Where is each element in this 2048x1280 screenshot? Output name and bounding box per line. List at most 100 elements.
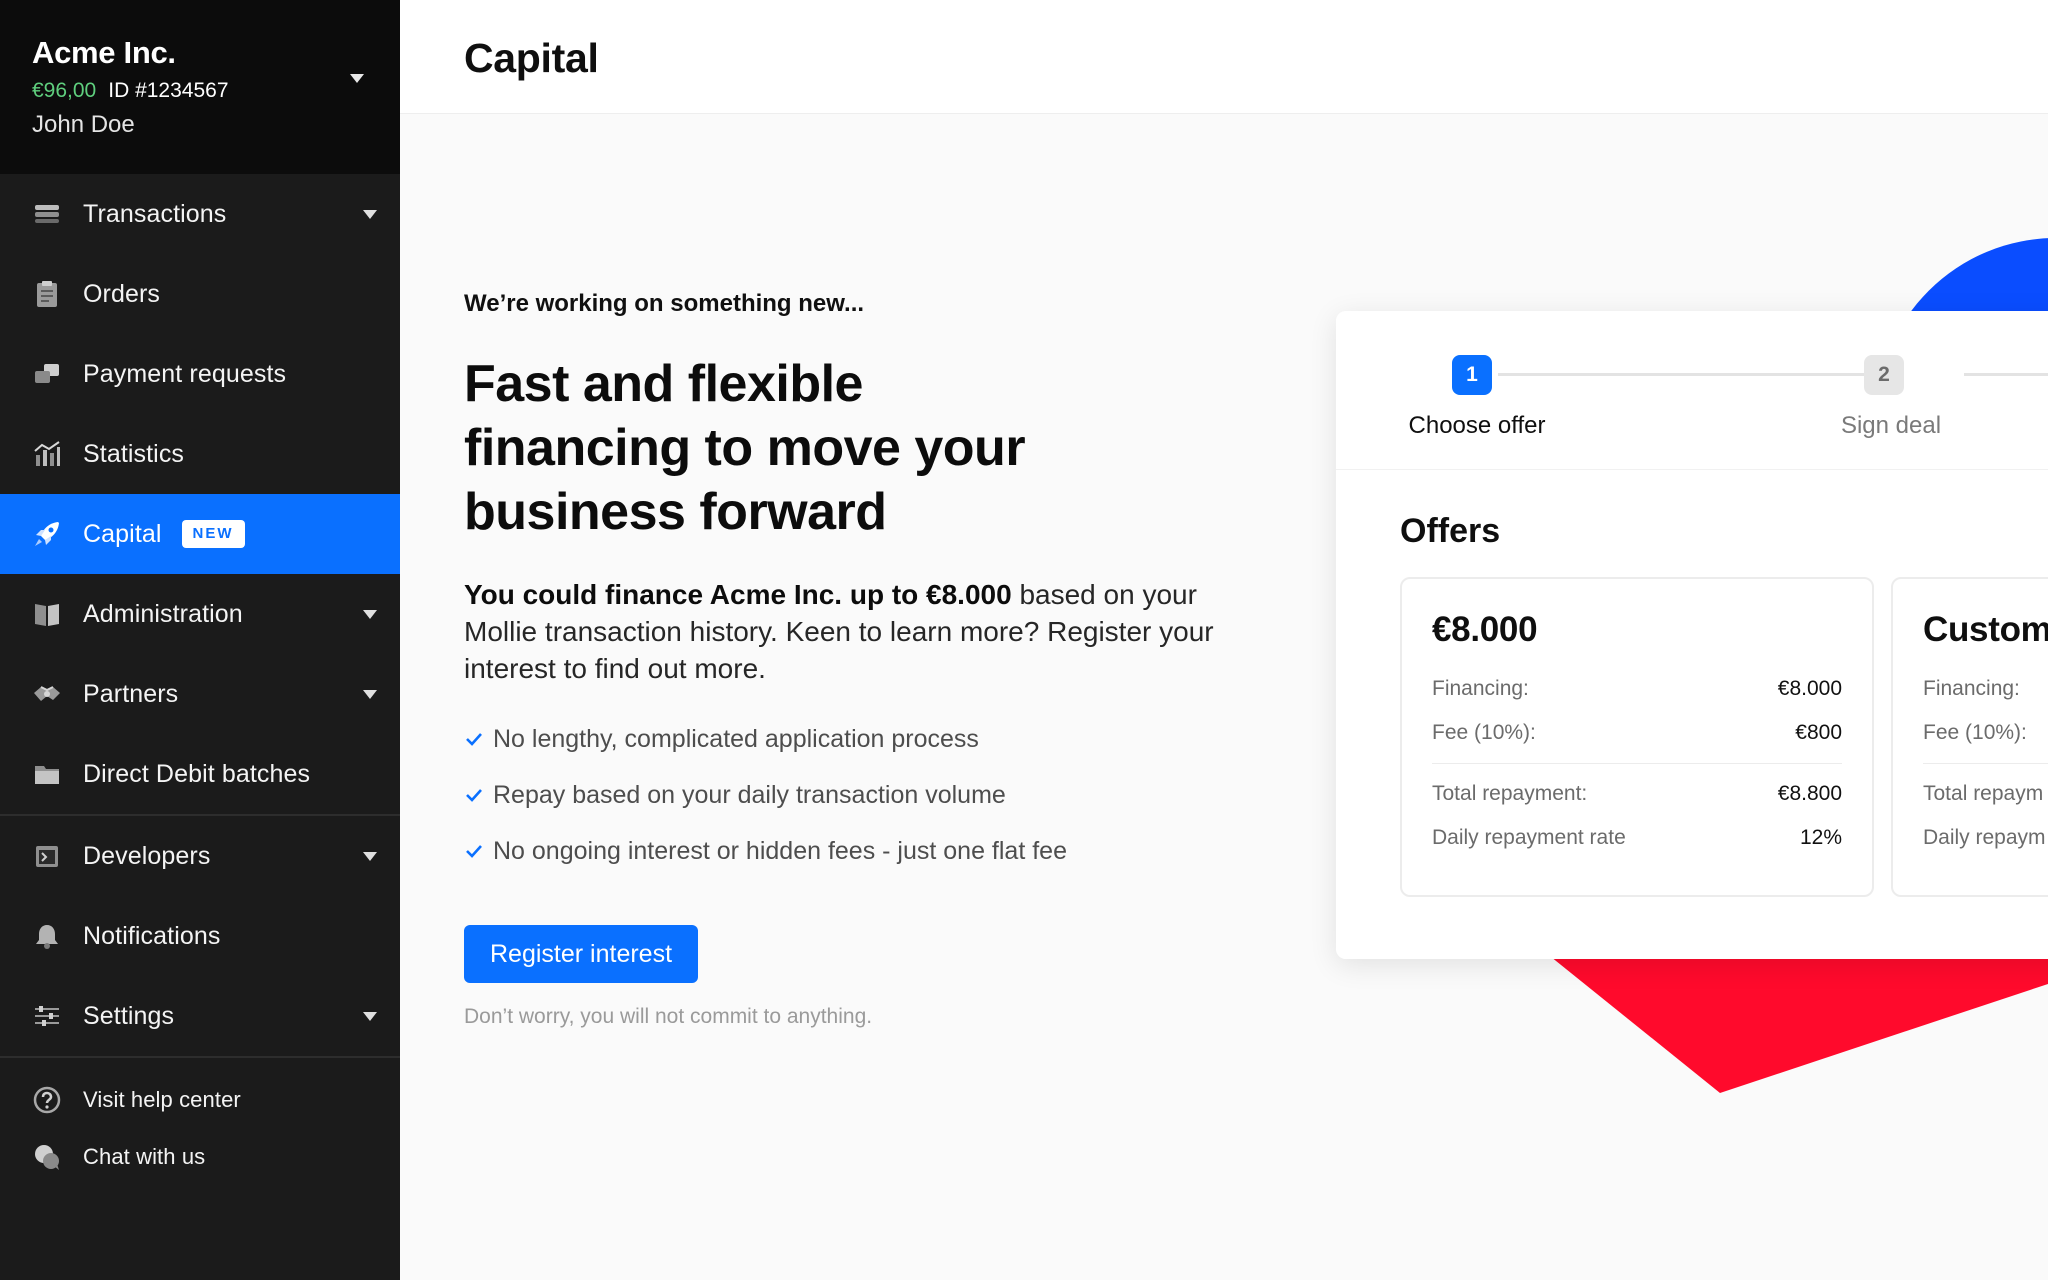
account-meta: €96,00 ID #1234567 (32, 76, 368, 106)
payment-request-icon (32, 359, 62, 389)
help-icon (32, 1085, 62, 1115)
rocket-icon (32, 519, 62, 549)
check-icon (466, 789, 482, 802)
row-label: Financing: (1923, 677, 2020, 700)
sidebar-item-partners[interactable]: Partners (0, 654, 400, 734)
sidebar-item-label: Capital (83, 520, 162, 548)
account-switcher[interactable]: Acme Inc. €96,00 ID #1234567 John Doe (0, 0, 400, 174)
row-label: Fee (10%): (1432, 721, 1536, 744)
sidebar-item-notifications[interactable]: Notifications (0, 896, 400, 976)
sidebar-item-statistics[interactable]: Statistics (0, 414, 400, 494)
offer-row-total: Total repaym (1923, 772, 2048, 816)
offer-amount: Custom (1923, 610, 2048, 649)
offer-breakdown: Financing: €8.000 Fee (10%): €800 Total re… (1432, 667, 1842, 860)
promo-headline: Fast and flexible financing to move your… (464, 355, 1026, 541)
sliders-icon (32, 1001, 62, 1031)
clipboard-icon (32, 279, 62, 309)
offer-row-financing: Financing: €8.000 (1432, 667, 1842, 711)
offer-card[interactable]: Custom Financing: Fee (10%): Total repay… (1891, 577, 2048, 897)
offer-card[interactable]: €8.000 Financing: €8.000 Fee (10%): €800 T… (1400, 577, 1874, 897)
row-value: €800 (1795, 721, 1842, 744)
sidebar-item-label: Notifications (83, 922, 221, 950)
step-1-label: Choose offer (1408, 412, 1546, 439)
sidebar-item-label: Administration (83, 600, 243, 628)
sidebar-item-help-center[interactable]: Visit help center (0, 1071, 400, 1128)
sidebar-item-label: Payment requests (83, 360, 287, 388)
bell-icon (32, 921, 62, 951)
sidebar-item-direct-debit-batches[interactable]: Direct Debit batches (0, 734, 400, 814)
row-label: Total repaym (1923, 782, 2044, 805)
capital-promo: We’re working on something new... Fast a… (464, 284, 1244, 1029)
handshake-icon (32, 679, 62, 709)
row-label: Fee (10%): (1923, 721, 2027, 744)
chevron-down-icon (363, 1012, 377, 1021)
transactions-icon (32, 199, 62, 229)
benefit-text: No lengthy, complicated application proc… (493, 724, 979, 753)
account-balance: €96,00 (32, 79, 97, 102)
row-value: €8.000 (1777, 677, 1842, 700)
main-content: Capital We’re working on something new..… (400, 0, 2048, 1280)
sidebar-item-label: Orders (83, 280, 161, 308)
sidebar-item-payment-requests[interactable]: Payment requests (0, 334, 400, 414)
sidebar-item-label: Partners (83, 680, 179, 708)
sidebar-item-developers[interactable]: Developers (0, 816, 400, 896)
sidebar-item-label: Chat with us (83, 1143, 206, 1169)
app-root: Acme Inc. €96,00 ID #1234567 John Doe Tra… (0, 0, 2048, 1280)
register-interest-button[interactable]: Register interest (464, 925, 699, 983)
sidebar-item-label: Visit help center (83, 1086, 241, 1112)
sidebar-item-chat[interactable]: Chat with us (0, 1128, 400, 1185)
benefit-list: No lengthy, complicated application proc… (464, 711, 1244, 879)
promo-eyebrow: We’re working on something new... (464, 290, 865, 317)
sidebar-item-label: Transactions (83, 200, 227, 228)
check-icon (466, 733, 482, 746)
offer-divider (1923, 763, 2048, 764)
benefit-item: No lengthy, complicated application proc… (464, 711, 1244, 767)
nav-divider (0, 1056, 400, 1058)
terminal-icon (32, 841, 62, 871)
sidebar-item-label: Developers (83, 842, 211, 870)
offer-preview-card: 1 2 Choose offer Sign deal Offers €8.000… (1336, 311, 2048, 959)
promo-lead: You could finance Acme Inc. up to €8.000… (464, 576, 1224, 687)
chevron-down-icon (363, 690, 377, 699)
sidebar-item-settings[interactable]: Settings (0, 976, 400, 1056)
step-connector (1498, 373, 1902, 376)
offer-row-financing: Financing: (1923, 667, 2048, 711)
offer-row-rate: Daily repayment rate 12% (1432, 816, 1842, 860)
offer-row-fee: Fee (10%): (1923, 711, 2048, 755)
step-2-label: Sign deal (1840, 412, 1942, 439)
chart-icon (32, 439, 62, 469)
sidebar-item-capital[interactable]: Capital NEW (0, 494, 400, 574)
folder-icon (32, 759, 62, 789)
chevron-down-icon (363, 610, 377, 619)
sidebar-item-label: Direct Debit batches (83, 760, 311, 788)
chevron-down-icon (350, 74, 364, 83)
account-company: Acme Inc. (32, 35, 176, 70)
step-2-indicator: 2 (1864, 355, 1904, 395)
offer-amount: €8.000 (1432, 610, 1538, 649)
row-value: 12% (1799, 826, 1842, 849)
row-label: Daily repayment rate (1432, 826, 1626, 849)
page-header: Capital (400, 0, 2048, 114)
sidebar-item-administration[interactable]: Administration (0, 574, 400, 654)
benefit-text: Repay based on your daily transaction vo… (493, 780, 1006, 809)
offers-section: Offers €8.000 Financing: €8.000 Fee (10%)… (1336, 469, 2048, 959)
row-label: Financing: (1432, 677, 1529, 700)
offer-row-rate: Daily repaym (1923, 816, 2048, 860)
sidebar: Acme Inc. €96,00 ID #1234567 John Doe Tra… (0, 0, 400, 1280)
chevron-down-icon (363, 852, 377, 861)
commitment-note: Don’t worry, you will not commit to anyt… (464, 1005, 873, 1028)
new-badge: NEW (181, 520, 245, 548)
sidebar-item-transactions[interactable]: Transactions (0, 174, 400, 254)
step-connector (1964, 373, 2048, 376)
book-icon (32, 599, 62, 629)
benefit-item: No ongoing interest or hidden fees - jus… (464, 823, 1244, 879)
promo-lead-highlight: You could finance Acme Inc. up to €8.000 (464, 579, 1012, 610)
sidebar-item-label: Statistics (83, 440, 185, 468)
chevron-down-icon (363, 210, 377, 219)
row-label: Total repayment: (1432, 782, 1588, 805)
stepper: 1 2 Choose offer Sign deal (1336, 311, 2048, 469)
sidebar-item-orders[interactable]: Orders (0, 254, 400, 334)
offer-row-total: Total repayment: €8.800 (1432, 772, 1842, 816)
check-icon (466, 845, 482, 858)
row-label: Daily repaym (1923, 826, 2046, 849)
